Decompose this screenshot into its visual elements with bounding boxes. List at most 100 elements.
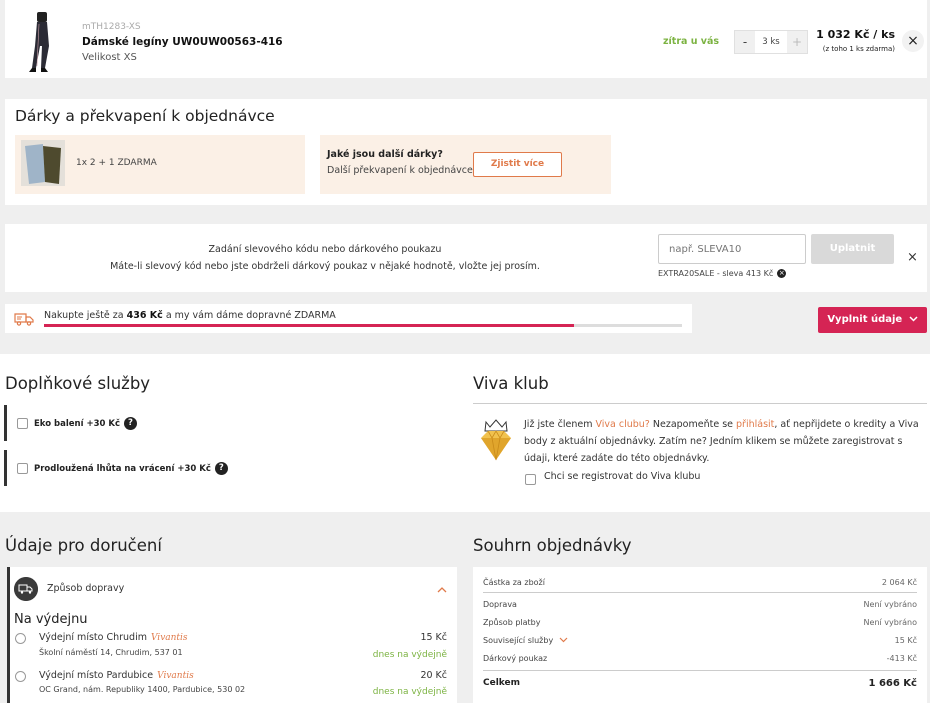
apply-code-button[interactable]: Uplatnit bbox=[811, 234, 894, 264]
eco-packaging-checkbox[interactable] bbox=[17, 418, 28, 429]
summary-value: Není vybráno bbox=[863, 618, 917, 627]
service-label: Prodloužená lhůta na vrácení +30 Kč? bbox=[34, 462, 228, 475]
discount-code-input[interactable] bbox=[658, 234, 806, 264]
pickup-place-address: OC Grand, nám. Republiky 1400, Pardubice… bbox=[39, 685, 246, 694]
summary-total: Celkem 1 666 Kč bbox=[483, 678, 917, 689]
remove-code-icon[interactable]: × bbox=[777, 269, 787, 278]
close-discount-button[interactable]: × bbox=[907, 250, 918, 265]
help-icon[interactable]: ? bbox=[124, 417, 137, 430]
qty-decrease-button[interactable]: - bbox=[735, 31, 755, 53]
summary-label: Dárkový poukaz bbox=[483, 654, 548, 663]
gifts-title: Dárky a překvapení k objednávce bbox=[15, 107, 275, 125]
accent-bar bbox=[7, 567, 10, 703]
chevron-down-icon[interactable] bbox=[559, 637, 568, 643]
product-price: 1 032 Kč / ks bbox=[816, 28, 895, 41]
service-label: Eko balení +30 Kč? bbox=[34, 417, 137, 430]
discount-heading: Zadání slevového kódu nebo dárkového pou… bbox=[208, 244, 442, 255]
viva-club-link[interactable]: Viva clubu? bbox=[595, 419, 649, 430]
fill-details-button[interactable]: Vyplnit údaje bbox=[818, 307, 927, 333]
pickup-pardubice-radio[interactable] bbox=[15, 671, 26, 682]
place-name-text: Výdejní místo Chrudim bbox=[39, 632, 147, 643]
shipping-text-prefix: Nakupte ještě za bbox=[44, 310, 124, 321]
help-icon[interactable]: ? bbox=[214, 462, 228, 475]
discount-description: Máte-li slevový kód nebo jste obdrželi d… bbox=[110, 261, 540, 272]
cart-item: mTH1283-XS Dámské legíny UW0UW00563-416 … bbox=[5, 0, 927, 78]
free-shipping-progress: Nakupte ještě za 436 Kč a my vám dáme do… bbox=[5, 304, 692, 333]
divider bbox=[483, 670, 917, 671]
shipping-remaining-amount: 436 Kč bbox=[126, 310, 163, 321]
summary-value: -413 Kč bbox=[886, 654, 917, 663]
summary-row: Doprava Není vybráno bbox=[483, 600, 917, 609]
more-gifts-question: Jaké jsou další dárky? bbox=[327, 149, 443, 160]
summary-row-services[interactable]: Související služby 15 Kč bbox=[483, 636, 917, 645]
summary-label: Doprava bbox=[483, 600, 517, 609]
summary-value: 2 064 Kč bbox=[881, 578, 917, 587]
shipping-method-label[interactable]: Způsob dopravy bbox=[47, 583, 124, 594]
delivery-panel: Způsob dopravy Na výdejnu Výdejní místo … bbox=[7, 567, 457, 703]
pickup-place-name[interactable]: Výdejní místo Chrudim Vivantis bbox=[39, 632, 188, 643]
more-gifts-subtitle: Další překvapení k objednávce bbox=[327, 165, 473, 176]
pickup-place-name[interactable]: Výdejní místo Pardubice Vivantis bbox=[39, 670, 194, 681]
find-more-button[interactable]: Zjistit více bbox=[473, 152, 562, 177]
order-summary: Částka za zboží 2 064 Kč Doprava Není vybr… bbox=[473, 567, 927, 703]
gift-offer-label: 1x 2 + 1 ZDARMA bbox=[76, 158, 157, 168]
chevron-up-icon[interactable] bbox=[437, 586, 447, 593]
pickup-place-availability: dnes na výdejně bbox=[372, 650, 447, 660]
product-name[interactable]: Dámské legíny UW0UW00563-416 bbox=[82, 36, 283, 48]
summary-row: Částka za zboží 2 064 Kč bbox=[483, 578, 917, 587]
pickup-chrudim-radio[interactable] bbox=[15, 633, 26, 644]
qty-increase-button[interactable]: + bbox=[787, 31, 807, 53]
remove-item-button[interactable]: × bbox=[902, 30, 924, 52]
shipping-progress-bar bbox=[44, 324, 682, 327]
shipping-progress-fill bbox=[44, 324, 574, 327]
extended-return-label: Prodloužená lhůta na vrácení +30 Kč bbox=[34, 464, 211, 474]
product-sku: mTH1283-XS bbox=[82, 22, 141, 32]
summary-label: Způsob platby bbox=[483, 618, 541, 627]
viva-description: Již jste členem Viva clubu? Nezapomeňte … bbox=[524, 416, 928, 467]
gifts-panel: Dárky a překvapení k objednávce 1x 2 + 1… bbox=[5, 99, 927, 205]
viva-register-checkbox[interactable] bbox=[525, 474, 536, 485]
more-gifts: Jaké jsou další dárky? Další překvapení … bbox=[320, 135, 611, 194]
summary-label: Související služby bbox=[483, 636, 554, 645]
place-name-text: Výdejní místo Pardubice bbox=[39, 670, 154, 681]
viva-title: Viva klub bbox=[473, 374, 549, 393]
service-extended-return[interactable]: Prodloužená lhůta na vrácení +30 Kč? bbox=[4, 450, 244, 486]
shipping-text-suffix: a my vám dáme dopravné ZDARMA bbox=[165, 310, 336, 321]
summary-row: Způsob platby Není vybráno bbox=[483, 618, 917, 627]
product-price-note: (z toho 1 ks zdarma) bbox=[822, 45, 895, 53]
pickup-place-price: 20 Kč bbox=[420, 670, 447, 681]
chevron-down-icon bbox=[909, 316, 918, 322]
discount-panel: Zadání slevového kódu nebo dárkového pou… bbox=[5, 224, 927, 292]
fill-details-label: Vyplnit údaje bbox=[827, 314, 903, 325]
free-shipping-text: Nakupte ještě za 436 Kč a my vám dáme do… bbox=[44, 310, 336, 321]
truck-icon bbox=[14, 313, 34, 326]
viva-text-b: Nezapomeňte se bbox=[649, 419, 737, 430]
viva-register-label[interactable]: Chci se registrovat do Viva klubu bbox=[544, 471, 700, 482]
login-link[interactable]: přihlásit bbox=[736, 419, 774, 430]
gift-image bbox=[21, 140, 65, 186]
total-label: Celkem bbox=[483, 678, 521, 688]
product-image[interactable] bbox=[19, 10, 63, 74]
pickup-place-price: 15 Kč bbox=[420, 632, 447, 643]
delivery-estimate: zítra u vás bbox=[663, 36, 720, 47]
summary-value: 15 Kč bbox=[894, 636, 917, 645]
summary-title: Souhrn objednávky bbox=[473, 536, 632, 555]
summary-row: Dárkový poukaz -413 Kč bbox=[483, 654, 917, 663]
gift-offer: 1x 2 + 1 ZDARMA bbox=[15, 135, 305, 194]
pickup-place-address: Školní náměstí 14, Chrudim, 537 01 bbox=[39, 648, 183, 657]
divider bbox=[473, 403, 927, 404]
shipping-truck-icon bbox=[14, 577, 38, 601]
viva-text-a: Již jste členem bbox=[524, 419, 596, 430]
delivery-subtitle: Na výdejnu bbox=[14, 612, 88, 627]
vivantis-logo: Vivantis bbox=[157, 671, 194, 681]
diamond-crown-icon bbox=[481, 419, 511, 461]
services-title: Doplňkové služby bbox=[5, 374, 151, 393]
extended-return-checkbox[interactable] bbox=[17, 463, 28, 474]
product-size: Velikost XS bbox=[82, 52, 137, 63]
total-value: 1 666 Kč bbox=[868, 678, 917, 689]
qty-value[interactable]: 3 ks bbox=[755, 31, 787, 53]
pickup-place-availability: dnes na výdejně bbox=[372, 687, 447, 697]
delivery-title: Údaje pro doručení bbox=[5, 536, 162, 555]
vivantis-logo: Vivantis bbox=[150, 633, 188, 643]
service-eco-packaging[interactable]: Eko balení +30 Kč? bbox=[4, 405, 244, 441]
